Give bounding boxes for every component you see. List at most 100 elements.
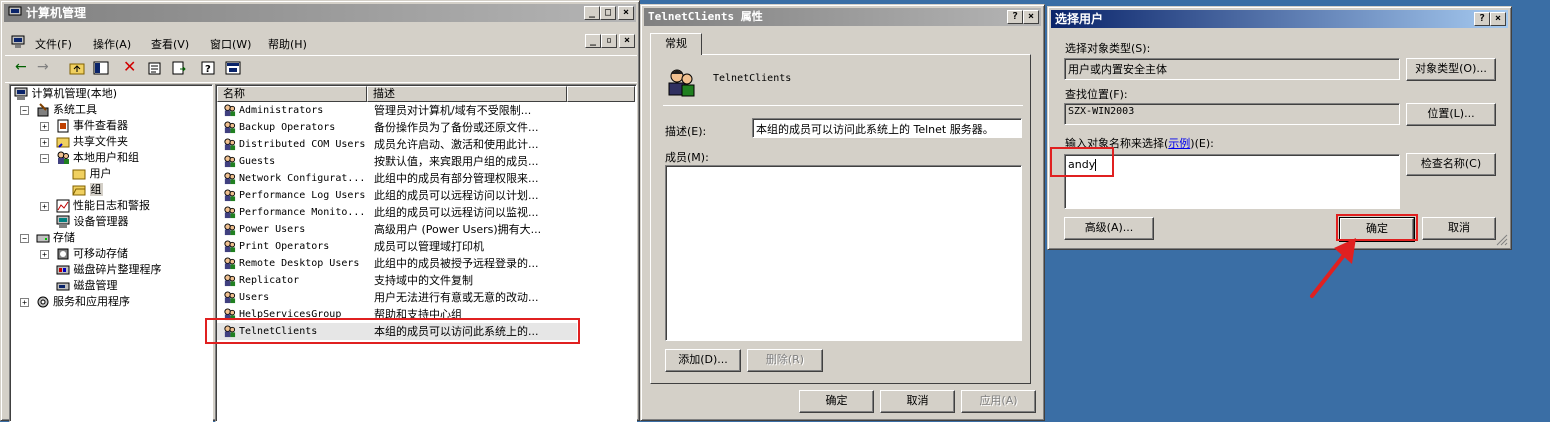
group-description: 成员允许启动、激活和使用此计... bbox=[374, 138, 539, 151]
storage-icon bbox=[36, 234, 49, 243]
tree-item-system-tools[interactable]: − 系统工具 bbox=[20, 102, 97, 118]
maximize-button[interactable]: □ bbox=[600, 6, 616, 20]
help-icon[interactable]: ? bbox=[201, 61, 217, 75]
list-item[interactable]: Distributed COM Users 成员允许启动、激活和使用此计... bbox=[217, 136, 577, 153]
expand-icon[interactable]: + bbox=[40, 201, 49, 211]
event-viewer-icon bbox=[57, 119, 68, 133]
computer-icon bbox=[8, 6, 22, 19]
list-item[interactable]: Power Users 高级用户 (Power Users)拥有大... bbox=[217, 221, 577, 238]
console-window-icon[interactable] bbox=[225, 61, 241, 75]
cancel-button[interactable]: 取消 bbox=[1422, 217, 1496, 240]
menu-help[interactable]: 帮助(H) bbox=[268, 36, 307, 52]
forward-arrow-icon[interactable]: → bbox=[37, 59, 49, 75]
object-names-label-suffix: )(E): bbox=[1190, 137, 1214, 150]
object-names-input[interactable]: andy bbox=[1064, 154, 1400, 209]
list-item[interactable]: Guests 按默认值，来宾跟用户组的成员... bbox=[217, 153, 577, 170]
minimize-button[interactable]: _ bbox=[584, 6, 600, 20]
group-icon bbox=[224, 155, 236, 168]
svg-text:?: ? bbox=[205, 64, 211, 75]
export-list-icon[interactable] bbox=[171, 61, 187, 75]
services-icon bbox=[37, 296, 48, 308]
delete-icon[interactable]: ✕ bbox=[123, 57, 136, 76]
ok-button[interactable]: 确定 bbox=[799, 390, 874, 413]
tree-label: 服务和应用程序 bbox=[53, 295, 130, 308]
telnetclients-properties-dialog: TelnetClients 属性 ? × 常规 TelnetClients 描述… bbox=[640, 4, 1045, 421]
group-icon bbox=[224, 257, 236, 270]
menu-view[interactable]: 查看(V) bbox=[151, 36, 189, 52]
tree-item-groups[interactable]: 组 bbox=[72, 182, 103, 198]
show-hide-tree-icon[interactable] bbox=[93, 61, 109, 75]
groups-list-pane[interactable]: 名称 描述 Administrators 管理员对计算机/域有不受限制... Bac… bbox=[215, 84, 637, 422]
up-folder-icon[interactable] bbox=[69, 61, 85, 75]
group-name: Power Users bbox=[239, 224, 306, 235]
list-item[interactable]: Performance Monito... 此组的成员可以远程访问以监视... bbox=[217, 204, 577, 221]
check-names-button[interactable]: 检查名称(C) bbox=[1406, 153, 1496, 176]
menu-window[interactable]: 窗口(W) bbox=[210, 36, 251, 52]
child-restore-button[interactable]: ▫ bbox=[601, 34, 617, 48]
expand-icon[interactable]: + bbox=[40, 137, 49, 147]
tree-item-device-manager[interactable]: 设备管理器 bbox=[56, 214, 129, 230]
child-close-button[interactable]: × bbox=[619, 34, 635, 48]
computer-management-window: 计算机管理 _ □ × 文件(F) 操作(A) 查看(V) 窗口(W) 帮助(H… bbox=[0, 0, 640, 422]
tab-general[interactable]: 常规 bbox=[650, 33, 702, 55]
expand-icon[interactable]: + bbox=[40, 121, 49, 131]
column-header-name[interactable]: 名称 bbox=[217, 86, 367, 102]
mmc-titlebar[interactable]: 计算机管理 _ □ × bbox=[4, 4, 636, 22]
close-button[interactable]: × bbox=[1490, 12, 1506, 26]
tools-icon bbox=[37, 103, 48, 117]
column-header-description[interactable]: 描述 bbox=[367, 86, 567, 102]
examples-link[interactable]: 示例 bbox=[1168, 137, 1190, 150]
list-item[interactable]: Network Configurat... 此组中的成员有部分管理权限来... bbox=[217, 170, 577, 187]
members-list[interactable] bbox=[665, 165, 1022, 341]
props-titlebar[interactable]: TelnetClients 属性 ? × bbox=[644, 8, 1041, 26]
description-field[interactable]: 本组的成员可以访问此系统上的 Telnet 服务器。 bbox=[752, 118, 1022, 138]
resize-grip-icon[interactable] bbox=[1496, 234, 1508, 246]
tree-item-services-apps[interactable]: + 服务和应用程序 bbox=[20, 294, 130, 310]
help-button[interactable]: ? bbox=[1474, 12, 1490, 26]
help-button[interactable]: ? bbox=[1007, 10, 1023, 24]
locations-button[interactable]: 位置(L)... bbox=[1406, 103, 1496, 126]
expand-icon[interactable]: + bbox=[40, 249, 49, 259]
group-icon bbox=[224, 223, 236, 236]
list-item[interactable]: Remote Desktop Users 此组中的成员被授予远程登录的... bbox=[217, 255, 577, 272]
list-item[interactable]: Users 用户无法进行有意或无意的改动... bbox=[217, 289, 577, 306]
remove-button[interactable]: 删除(R) bbox=[747, 349, 823, 372]
groups-list: Administrators 管理员对计算机/域有不受限制... Backup Op… bbox=[217, 102, 635, 402]
advanced-button[interactable]: 高级(A)... bbox=[1064, 217, 1154, 240]
select-users-titlebar[interactable]: 选择用户 ? × bbox=[1051, 10, 1508, 28]
close-button[interactable]: × bbox=[618, 6, 634, 20]
cancel-button[interactable]: 取消 bbox=[880, 390, 955, 413]
list-item[interactable]: Replicator 支持域中的文件复制 bbox=[217, 272, 577, 289]
add-button[interactable]: 添加(D)... bbox=[665, 349, 741, 372]
list-item[interactable]: Performance Log Users 此组的成员可以远程访问以计划... bbox=[217, 187, 577, 204]
menu-action[interactable]: 操作(A) bbox=[93, 36, 131, 52]
tree-item-local-users-groups[interactable]: − 本地用户和组 bbox=[40, 150, 139, 166]
tree-item-storage[interactable]: − 存储 bbox=[20, 230, 75, 246]
collapse-icon[interactable]: − bbox=[20, 233, 29, 243]
back-arrow-icon[interactable]: ← bbox=[15, 59, 27, 75]
console-icon bbox=[11, 35, 25, 48]
tree-item-removable-storage[interactable]: + 可移动存储 bbox=[40, 246, 128, 262]
list-item[interactable]: Print Operators 成员可以管理域打印机 bbox=[217, 238, 577, 255]
tree-item-defrag[interactable]: 磁盘碎片整理程序 bbox=[56, 262, 162, 278]
expand-icon[interactable]: + bbox=[20, 297, 29, 307]
list-item[interactable]: Administrators 管理员对计算机/域有不受限制... bbox=[217, 102, 577, 119]
group-description: 此组中的成员被授予远程登录的... bbox=[374, 257, 539, 270]
menu-file[interactable]: 文件(F) bbox=[35, 36, 72, 52]
tree-item-disk-management[interactable]: 磁盘管理 bbox=[56, 278, 118, 294]
list-item[interactable]: Backup Operators 备份操作员为了备份或还原文件... bbox=[217, 119, 577, 136]
tree-pane[interactable]: 计算机管理(本地) − 系统工具 + 事件查看器 + 共享文件夹 − 本地用户和… bbox=[9, 84, 213, 422]
child-minimize-button[interactable]: _ bbox=[585, 34, 601, 48]
close-button[interactable]: × bbox=[1023, 10, 1039, 24]
tree-item-shared-folders[interactable]: + 共享文件夹 bbox=[40, 134, 128, 150]
object-types-button[interactable]: 对象类型(O)... bbox=[1406, 58, 1496, 81]
tree-item-perf-logs[interactable]: + 性能日志和警报 bbox=[40, 198, 150, 214]
tree-item-users[interactable]: 用户 bbox=[72, 166, 112, 182]
apply-button[interactable]: 应用(A) bbox=[961, 390, 1036, 413]
tree-item-root[interactable]: 计算机管理(本地) bbox=[14, 86, 117, 102]
group-icon bbox=[224, 274, 236, 287]
properties-icon[interactable] bbox=[147, 61, 163, 75]
collapse-icon[interactable]: − bbox=[40, 153, 49, 163]
collapse-icon[interactable]: − bbox=[20, 105, 29, 115]
tree-item-event-viewer[interactable]: + 事件查看器 bbox=[40, 118, 128, 134]
